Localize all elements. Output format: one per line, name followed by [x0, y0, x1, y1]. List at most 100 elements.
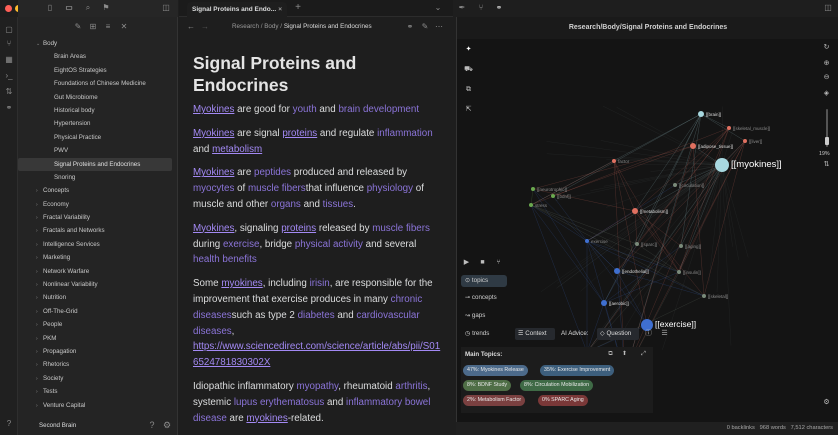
chevron-down-icon[interactable]: ⌄ — [36, 38, 43, 50]
sidebar-item-tests[interactable]: › Tests — [18, 385, 178, 398]
share-icon[interactable]: ⇱ — [463, 104, 474, 115]
sidebar-item-eightos-strategies[interactable]: EightOS Strategies — [18, 64, 178, 77]
sidebar-item-historical-body[interactable]: Historical body — [18, 104, 178, 117]
expand-icon[interactable]: ⤢ — [638, 349, 649, 360]
graph-view-icon[interactable]: ⑂ — [3, 39, 15, 49]
chevron-right-icon[interactable]: › — [36, 373, 43, 385]
sidebar-item-signal-proteins-and-endocrines[interactable]: Signal Proteins and Endocrines — [18, 157, 172, 171]
context-button[interactable]: ☰ Context — [515, 328, 555, 340]
refresh-icon[interactable]: ↻ — [821, 42, 832, 53]
sidebar-item-off-the-grid[interactable]: › Off-The-Grid — [18, 305, 178, 318]
topic-pill[interactable]: 8%: Circulation Mobilization — [520, 380, 594, 391]
topic-pill[interactable]: 8%: BDNF Study — [463, 380, 512, 391]
help-icon[interactable]: ? — [3, 419, 15, 429]
help-circle-icon[interactable]: ? — [146, 420, 158, 430]
graph-node[interactable] — [632, 208, 638, 214]
graph-node[interactable] — [635, 242, 639, 246]
mode-gaps-button[interactable]: ↝ gaps — [461, 310, 507, 322]
backlinks-count[interactable]: 0 backlinks — [727, 425, 755, 431]
bookmark-icon[interactable]: ⚑ — [100, 3, 112, 13]
mode-concepts-button[interactable]: ⊸ concepts — [461, 292, 507, 304]
topic-pill[interactable]: 0% SPARC Aging — [538, 395, 588, 406]
chevron-right-icon[interactable]: › — [36, 400, 43, 412]
sidebar-item-foundations-of-chinese-medicine[interactable]: Foundations of Chinese Medicine — [18, 77, 178, 90]
link-physiology[interactable]: physiology — [367, 183, 413, 194]
close-tab-icon[interactable]: × — [278, 2, 282, 17]
graph-node[interactable] — [743, 139, 747, 143]
zoom-in-icon[interactable]: ⊕ — [821, 58, 832, 69]
question-button[interactable]: ◇ Question — [597, 328, 639, 340]
link-myokines[interactable]: myokines — [246, 413, 287, 424]
chevron-right-icon[interactable]: › — [36, 279, 43, 291]
sidebar-item-propagation[interactable]: › Propagation — [18, 345, 178, 358]
collapse-all-icon[interactable]: ✕ — [118, 22, 130, 32]
link-myopathy[interactable]: myopathy — [296, 381, 338, 392]
link-proteins[interactable]: proteins — [281, 223, 316, 234]
link-diabetes[interactable]: diabetes — [298, 310, 335, 321]
link-youth[interactable]: youth — [293, 104, 317, 115]
sidebar-item-people[interactable]: › People — [18, 318, 178, 331]
mode-topics-button[interactable]: ⊙ topics — [461, 275, 507, 287]
zoom-slider[interactable] — [825, 109, 829, 147]
chevron-right-icon[interactable]: › — [36, 266, 43, 278]
link-muscle-fibers[interactable]: muscle fibers — [372, 223, 430, 234]
chevron-right-icon[interactable]: › — [36, 346, 43, 358]
chevron-right-icon[interactable]: › — [36, 225, 43, 237]
chevron-right-icon[interactable]: › — [36, 239, 43, 251]
back-arrow-icon[interactable]: ← — [185, 22, 197, 32]
zoom-out-icon[interactable]: ⊖ — [821, 72, 832, 83]
graph-node[interactable] — [612, 159, 616, 163]
stop-icon[interactable]: ■ — [477, 257, 488, 268]
folder-icon[interactable]: ▭ — [63, 3, 75, 13]
close-window-button[interactable] — [5, 5, 12, 12]
link-myokines[interactable]: Myokines — [193, 167, 234, 178]
open-quick-switcher-icon[interactable]: ▢ — [3, 25, 15, 35]
graph-node[interactable] — [673, 183, 677, 187]
link-myokines[interactable]: Myokines — [193, 128, 234, 139]
new-note-icon[interactable]: ✎ — [72, 22, 84, 32]
graph-node[interactable] — [715, 158, 729, 172]
tab-list-chevron-icon[interactable]: ⌄ — [432, 3, 444, 13]
chevron-right-icon[interactable]: › — [36, 333, 43, 345]
sidebar-item-fractals-and-networks[interactable]: › Fractals and Networks — [18, 224, 178, 237]
chevron-right-icon[interactable]: › — [36, 212, 43, 224]
sidebar-item-nutrition[interactable]: › Nutrition — [18, 291, 178, 304]
sidebar-item-network-warfare[interactable]: › Network Warfare — [18, 265, 178, 278]
sidebar-item-marketing[interactable]: › Marketing — [18, 251, 178, 264]
mode-trends-button[interactable]: ◷ trends — [461, 328, 507, 340]
network-icon[interactable]: ⚭ — [3, 103, 15, 113]
sidebar-item-fractal-variability[interactable]: › Fractal Variability — [18, 211, 178, 224]
graph-node[interactable] — [727, 126, 731, 130]
sidebar-item-society[interactable]: › Society — [18, 372, 178, 385]
chevron-right-icon[interactable]: › — [36, 359, 43, 371]
chevron-right-icon[interactable]: › — [36, 386, 43, 398]
tab-signal-proteins[interactable]: Signal Proteins and Endo... × — [187, 2, 287, 17]
link-physical-activity[interactable]: physical activity — [295, 239, 363, 250]
breadcrumb-research[interactable]: Research — [232, 23, 259, 30]
sidebar-item-pkm[interactable]: › PKM — [18, 332, 178, 345]
link-myocytes[interactable]: myocytes — [193, 183, 234, 194]
link-peptides[interactable]: peptides — [254, 167, 291, 178]
graph-node[interactable] — [585, 239, 589, 243]
forward-arrow-icon[interactable]: → — [199, 22, 211, 32]
link-organs[interactable]: organs — [271, 199, 301, 210]
sidebar-item-snoring[interactable]: Snoring — [18, 171, 178, 184]
sidebar-item-pwv[interactable]: PWV — [18, 144, 178, 157]
more-options-icon[interactable]: ⋯ — [433, 22, 445, 32]
graph-node[interactable] — [601, 300, 607, 306]
list-icon[interactable]: ☰ — [659, 328, 670, 339]
link-arthritis[interactable]: arthritis — [395, 381, 427, 392]
edit-pencil-icon[interactable]: ✎ — [419, 22, 431, 32]
graph-node[interactable] — [702, 294, 706, 298]
sidebar-item-body[interactable]: ⌄ Body — [18, 37, 178, 50]
search-icon[interactable]: ⌕ — [82, 3, 94, 13]
topic-pill[interactable]: 47%: Myokines Release — [463, 365, 528, 376]
link-inflammation[interactable]: inflammation — [377, 128, 433, 139]
right-sidebar-toggle-icon[interactable]: ◫ — [822, 3, 834, 13]
graph-node[interactable] — [698, 111, 704, 117]
link-irisin[interactable]: irisin — [310, 278, 330, 289]
sidebar-item-economy[interactable]: › Economy — [18, 198, 178, 211]
new-tab-icon[interactable]: + — [292, 3, 304, 13]
truck-icon[interactable]: ⛟ — [463, 64, 474, 75]
chevron-right-icon[interactable]: › — [36, 252, 43, 264]
